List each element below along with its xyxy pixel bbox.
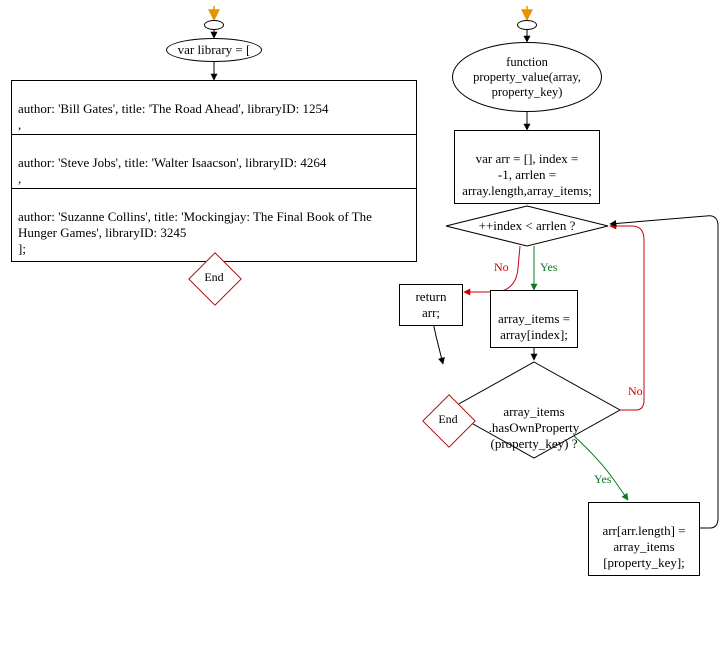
right-return-node: return arr;	[399, 284, 463, 326]
left-start-node: var library = [	[166, 38, 262, 62]
right-cond1-text: ++index < arrlen ?	[479, 218, 576, 233]
right-cond2-text: array_items .hasOwnProperty (property_ke…	[489, 404, 580, 451]
left-item-2: author: 'Suzanne Collins', title: 'Mocki…	[11, 188, 417, 262]
left-start-text: var library = [	[178, 42, 251, 58]
right-return-text: return arr;	[415, 289, 446, 320]
left-item-1-text: author: 'Steve Jobs', title: 'Walter Isa…	[18, 155, 326, 186]
right-cond2-node: array_items .hasOwnProperty (property_ke…	[480, 388, 588, 452]
right-end-label: End	[430, 412, 466, 427]
right-init-text: var arr = [], index = -1, arrlen = array…	[462, 151, 592, 198]
right-push-text: arr[arr.length] = array_items [property_…	[602, 523, 685, 570]
left-end-label: End	[196, 270, 232, 285]
right-end-node: End	[430, 402, 466, 438]
right-assign-node: array_items = array[index];	[490, 290, 578, 348]
left-item-1: author: 'Steve Jobs', title: 'Walter Isa…	[11, 134, 417, 192]
left-item-0: author: 'Bill Gates', title: 'The Road A…	[11, 80, 417, 138]
right-push-node: arr[arr.length] = array_items [property_…	[588, 502, 700, 576]
edge-cond2-no: No	[628, 384, 643, 399]
edge-cond1-yes: Yes	[540, 260, 557, 275]
right-assign-text: array_items = array[index];	[498, 311, 570, 342]
right-init-node: var arr = [], index = -1, arrlen = array…	[454, 130, 600, 204]
right-func-text: function property_value(array, property_…	[473, 55, 581, 100]
left-item-0-text: author: 'Bill Gates', title: 'The Road A…	[18, 101, 328, 132]
left-item-2-text: author: 'Suzanne Collins', title: 'Mocki…	[18, 209, 372, 256]
right-entry-ellipse	[517, 20, 537, 30]
right-cond1-node: ++index < arrlen ?	[460, 218, 594, 234]
edge-cond1-no: No	[494, 260, 509, 275]
left-entry-ellipse	[204, 20, 224, 30]
left-end-node: End	[196, 260, 232, 296]
right-func-node: function property_value(array, property_…	[452, 42, 602, 112]
edge-cond2-yes: Yes	[594, 472, 611, 487]
